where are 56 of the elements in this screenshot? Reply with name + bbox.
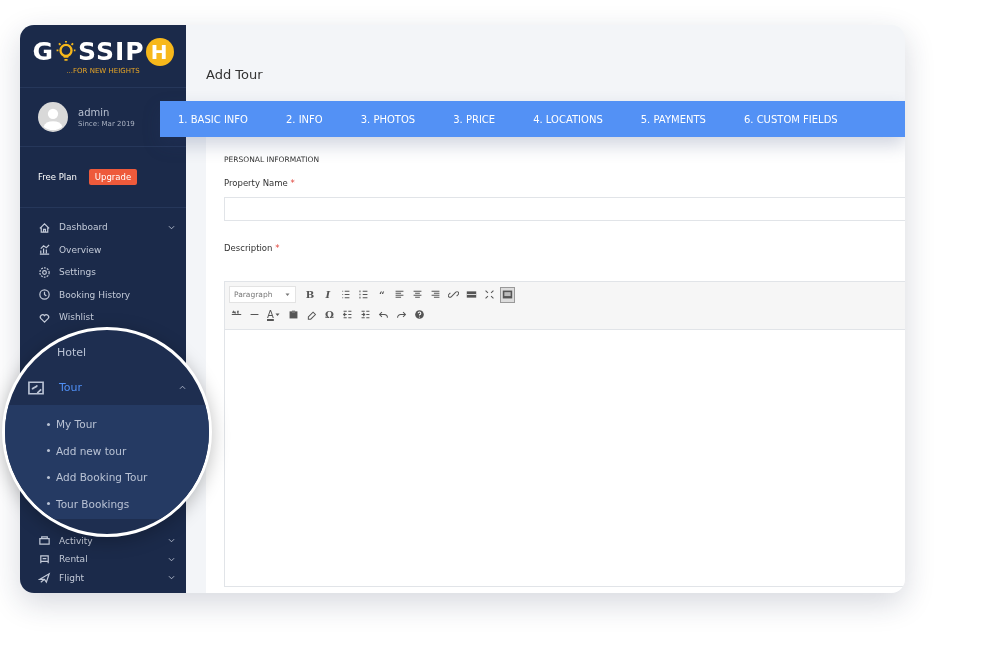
submenu-item[interactable]: Tour Bookings	[56, 497, 130, 510]
bullet-icon	[47, 449, 50, 453]
toolbar-button[interactable]: I	[320, 286, 336, 303]
menu-item[interactable]: Wishlist	[59, 312, 176, 323]
field-label: Description *	[224, 243, 281, 253]
bullet-icon	[47, 475, 50, 479]
toolbar-icon	[448, 289, 460, 300]
menu-item[interactable]: Rental	[59, 554, 159, 565]
menu-icon	[38, 220, 51, 234]
bullet-icon	[47, 502, 50, 506]
menu-icon	[38, 288, 51, 302]
menu-icon	[38, 534, 51, 548]
logo-text: SSIP	[78, 37, 145, 66]
menu-item[interactable]: Activity	[59, 535, 159, 546]
toolbar-button[interactable]: A	[265, 306, 283, 322]
page-title: Add Tour	[205, 66, 264, 84]
map-icon	[27, 378, 45, 397]
user-name: admin	[78, 106, 111, 118]
toolbar-button[interactable]	[500, 286, 516, 303]
bullet-icon	[47, 422, 50, 426]
menu-icon	[38, 571, 51, 585]
toolbar-icon	[340, 289, 352, 300]
logo-badge: H	[145, 37, 174, 66]
submenu-item[interactable]: Add new tour	[56, 444, 127, 457]
menu-item[interactable]: Hotel	[57, 346, 87, 359]
toolbar-icon	[394, 289, 406, 300]
field-label: Property Name *	[224, 178, 296, 188]
plan-label: Free Plan	[38, 172, 77, 182]
toolbar-icon	[484, 289, 496, 300]
toolbar-icon	[287, 308, 299, 320]
menu-icon	[38, 243, 51, 257]
toolbar-icon	[412, 289, 424, 300]
toolbar-button[interactable]: Ω	[321, 306, 337, 322]
toolbar-icon	[430, 289, 442, 300]
toolbar-button[interactable]: B	[302, 286, 318, 303]
menu-icon	[38, 265, 51, 279]
toolbar-icon	[502, 289, 514, 300]
avatar-icon	[38, 102, 68, 132]
submenu-item[interactable]: My Tour	[56, 418, 97, 431]
menu-item[interactable]: Booking History	[59, 289, 176, 300]
toolbar-icon	[341, 308, 353, 320]
menu-item[interactable]: Flight	[59, 572, 159, 583]
toolbar-icon	[359, 308, 371, 320]
input-field[interactable]	[224, 197, 905, 221]
toolbar-icon	[358, 289, 370, 300]
toolbar-icon	[413, 308, 425, 320]
toolbar-icon	[466, 289, 478, 300]
menu-item[interactable]: Settings	[59, 267, 176, 278]
menu-item[interactable]: Tour	[27, 370, 187, 405]
logo-text: G	[32, 37, 54, 66]
submenu-item[interactable]: Add Booking Tour	[56, 471, 148, 484]
toolbar-button[interactable]: “	[374, 286, 390, 303]
caret-down-icon	[284, 291, 292, 298]
menu-item[interactable]: Overview	[59, 244, 176, 255]
menu-item[interactable]: Dashboard	[59, 222, 159, 233]
menu-icon	[38, 552, 51, 566]
